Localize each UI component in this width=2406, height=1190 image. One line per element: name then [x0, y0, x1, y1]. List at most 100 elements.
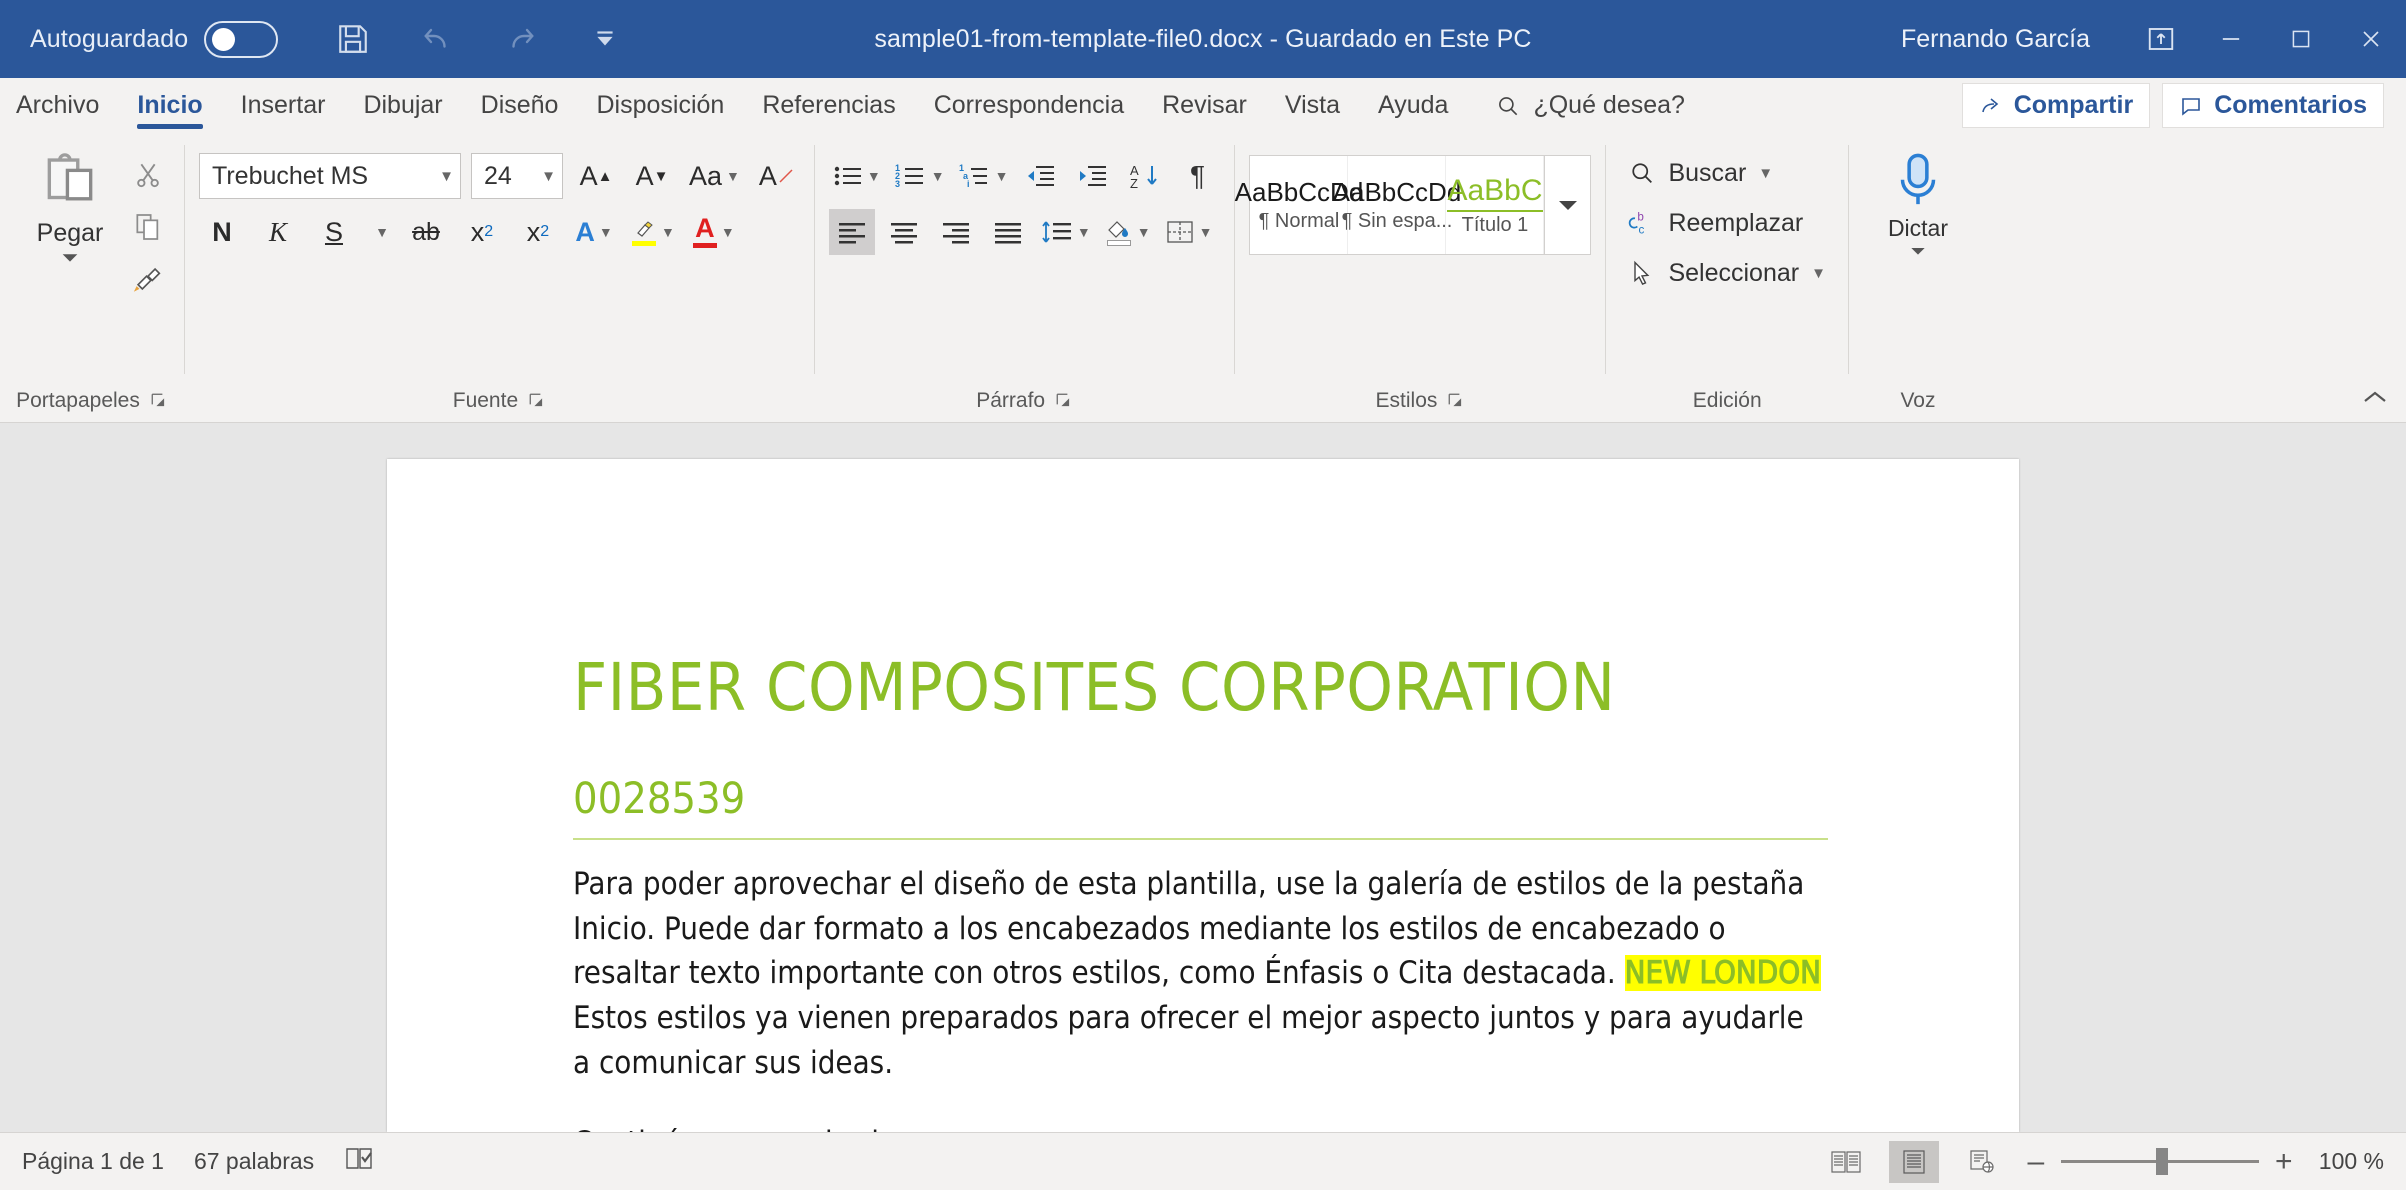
save-icon[interactable]: [330, 16, 376, 62]
scissors-icon: [137, 163, 159, 188]
superscript-label: x: [526, 216, 541, 247]
superscript-button[interactable]: x2: [515, 209, 561, 255]
status-bar-right: – + 100 %: [1821, 1140, 2384, 1183]
multilevel-list-button[interactable]: 1 a i ▼: [955, 153, 1013, 199]
paste-button[interactable]: Pegar: [14, 145, 126, 264]
share-button[interactable]: Compartir: [1961, 83, 2151, 128]
zoom-in-button[interactable]: +: [2273, 1145, 2295, 1179]
tab-disposicion[interactable]: Disposición: [577, 78, 743, 133]
style-sin-espaciado[interactable]: AaBbCcDd ¶ Sin espa...: [1333, 156, 1461, 254]
justify-button[interactable]: [985, 209, 1031, 255]
word-count[interactable]: 67 palabras: [194, 1148, 314, 1175]
cut-button[interactable]: [126, 153, 170, 197]
shading-button[interactable]: ▼: [1101, 209, 1155, 255]
line-spacing-button[interactable]: ▼: [1037, 209, 1095, 255]
sort-button[interactable]: A Z: [1122, 153, 1168, 199]
bold-button[interactable]: N: [199, 209, 245, 255]
tab-diseno[interactable]: Diseño: [462, 78, 578, 133]
chevron-down-icon[interactable]: [1908, 244, 1928, 257]
italic-button[interactable]: K: [255, 209, 301, 255]
comments-button[interactable]: Comentarios: [2162, 83, 2384, 128]
bullet-list-button[interactable]: ▼: [829, 153, 885, 199]
tab-archivo[interactable]: Archivo: [0, 78, 118, 133]
underline-dropdown[interactable]: ▼: [367, 209, 393, 255]
close-icon[interactable]: [2336, 0, 2406, 78]
copy-button[interactable]: [126, 205, 170, 249]
zoom-thumb[interactable]: [2155, 1148, 2168, 1175]
customize-quick-access-icon[interactable]: [582, 16, 628, 62]
page-indicator[interactable]: Página 1 de 1: [22, 1148, 164, 1175]
chevron-down-icon[interactable]: ▼: [541, 168, 556, 185]
paragraph-marks-button[interactable]: ¶: [1174, 153, 1220, 199]
style-name: ¶ Sin espa...: [1341, 210, 1453, 232]
user-name[interactable]: Fernando García: [1901, 25, 2090, 54]
dialog-launcher-icon[interactable]: [1055, 392, 1073, 410]
text-effects-button[interactable]: A ▼: [571, 209, 617, 255]
ribbon-display-options-icon[interactable]: [2126, 0, 2196, 78]
zoom-slider[interactable]: – +: [2025, 1145, 2295, 1179]
zoom-level[interactable]: 100 %: [2319, 1148, 2384, 1175]
underline-button[interactable]: S: [311, 209, 357, 255]
tab-ayuda[interactable]: Ayuda: [1359, 78, 1467, 133]
change-case-label: Aa: [689, 160, 723, 191]
dictate-button[interactable]: Dictar: [1863, 145, 1973, 257]
align-right-button[interactable]: [933, 209, 979, 255]
subscript-label: x: [470, 216, 485, 247]
dialog-launcher-icon[interactable]: [528, 392, 546, 410]
document-page[interactable]: FIBER COMPOSITES CORPORATION 0028539 Par…: [387, 459, 2019, 1132]
redo-icon[interactable]: [498, 16, 544, 62]
tab-correspondencia[interactable]: Correspondencia: [915, 78, 1143, 133]
grow-font-button[interactable]: A ▲: [573, 153, 619, 199]
align-left-button[interactable]: [828, 209, 875, 255]
change-case-button[interactable]: Aa ▼: [685, 153, 744, 199]
shrink-font-label: A: [635, 160, 654, 191]
proofing-icon[interactable]: [344, 1145, 374, 1178]
highlight-button[interactable]: ▼: [627, 209, 679, 255]
decrease-indent-button[interactable]: [1018, 153, 1064, 199]
tab-inicio[interactable]: Inicio: [118, 78, 221, 133]
tell-me-search[interactable]: ¿Qué desea?: [1467, 78, 1705, 133]
chevron-down-icon[interactable]: ▼: [439, 168, 454, 185]
zoom-out-button[interactable]: –: [2025, 1145, 2047, 1179]
borders-button[interactable]: ▼: [1161, 209, 1217, 255]
clear-formatting-button[interactable]: A: [754, 153, 800, 199]
font-size-combo[interactable]: 24 ▼: [471, 153, 563, 199]
undo-icon[interactable]: [414, 16, 460, 62]
font-color-button[interactable]: A ▼: [689, 209, 739, 255]
tab-vista[interactable]: Vista: [1266, 78, 1359, 133]
align-center-icon: [890, 223, 917, 244]
align-right-icon: [942, 223, 969, 244]
strikethrough-button[interactable]: ab: [403, 209, 449, 255]
find-button[interactable]: Buscar ▼: [1620, 151, 1834, 195]
increase-indent-button[interactable]: [1070, 153, 1116, 199]
style-titulo-1[interactable]: AaBbC Título 1: [1446, 156, 1545, 254]
numbered-list-button[interactable]: 1 2 3 ▼: [891, 153, 949, 199]
zoom-track[interactable]: [2060, 1148, 2259, 1175]
minimize-icon[interactable]: [2196, 0, 2266, 78]
subscript-button[interactable]: x2: [459, 209, 505, 255]
replace-button[interactable]: b c Reemplazar: [1620, 201, 1834, 245]
dialog-launcher-icon[interactable]: [150, 392, 168, 410]
tab-insertar[interactable]: Insertar: [222, 78, 345, 133]
more-styles-icon[interactable]: [1544, 156, 1591, 254]
tab-revisar[interactable]: Revisar: [1143, 78, 1266, 133]
print-layout-button[interactable]: [1888, 1140, 1939, 1183]
font-name-combo[interactable]: Trebuchet MS ▼: [199, 153, 461, 199]
format-painter-button[interactable]: [126, 257, 170, 301]
select-button[interactable]: Seleccionar ▼: [1620, 251, 1834, 295]
collapse-ribbon-icon[interactable]: [2358, 380, 2392, 414]
group-label-text: Edición: [1692, 389, 1762, 412]
search-icon: [1499, 96, 1518, 115]
web-layout-button[interactable]: [1957, 1141, 2007, 1183]
tab-dibujar[interactable]: Dibujar: [344, 78, 461, 133]
chevron-down-icon[interactable]: [59, 250, 81, 264]
group-label-fuente: Fuente: [185, 380, 814, 422]
maximize-icon[interactable]: [2266, 0, 2336, 78]
read-mode-button[interactable]: [1821, 1141, 1871, 1183]
autosave-control[interactable]: Autoguardado: [30, 20, 279, 58]
dialog-launcher-icon[interactable]: [1447, 392, 1465, 410]
tab-referencias[interactable]: Referencias: [743, 78, 914, 133]
align-center-button[interactable]: [881, 209, 927, 255]
shrink-font-button[interactable]: A ▼: [629, 153, 675, 199]
autosave-toggle[interactable]: [204, 20, 279, 58]
